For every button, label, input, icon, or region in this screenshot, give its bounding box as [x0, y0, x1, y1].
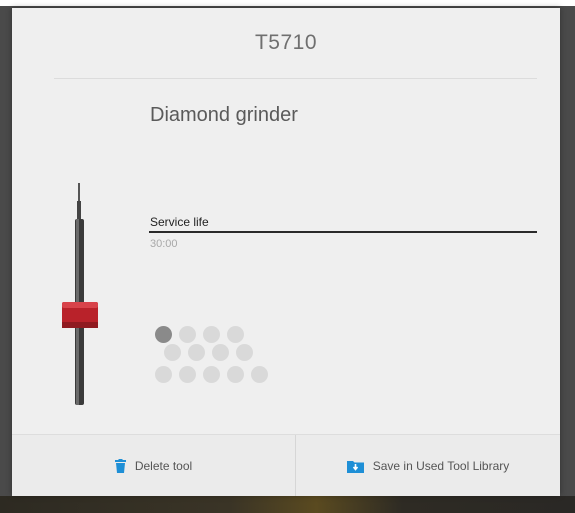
usage-dot	[227, 326, 244, 343]
usage-dot	[155, 326, 172, 343]
trash-icon	[114, 458, 126, 473]
usage-dot	[188, 344, 205, 361]
folder-download-icon	[346, 459, 364, 473]
tool-name: Diamond grinder	[150, 104, 298, 126]
usage-dot	[203, 326, 220, 343]
service-life-label: Service life	[150, 215, 209, 229]
usage-dot	[236, 344, 253, 361]
usage-dot	[164, 344, 181, 361]
save-tool-library-button[interactable]: Save in Used Tool Library	[296, 435, 560, 496]
usage-dot	[179, 366, 196, 383]
save-tool-library-label: Save in Used Tool Library	[372, 458, 510, 473]
usage-dot	[212, 344, 229, 361]
tool-dialog: T5710 Diamond grinder Service life 30:00…	[12, 8, 560, 496]
usage-dot	[155, 366, 172, 383]
title-divider	[54, 78, 537, 79]
background-strip	[0, 496, 575, 513]
usage-dot	[251, 366, 268, 383]
dialog-title: T5710	[254, 31, 318, 54]
delete-tool-label: Delete tool	[134, 458, 193, 473]
usage-dot	[179, 326, 196, 343]
grinder-tool-icon	[62, 183, 98, 405]
usage-dot	[227, 366, 244, 383]
top-edge	[0, 0, 575, 6]
dialog-footer: Delete tool Save in Used Tool Library	[12, 434, 560, 496]
service-life-rule	[149, 231, 537, 233]
delete-tool-button[interactable]: Delete tool	[12, 435, 295, 496]
service-life-value: 30:00	[150, 238, 178, 250]
usage-dot	[203, 366, 220, 383]
